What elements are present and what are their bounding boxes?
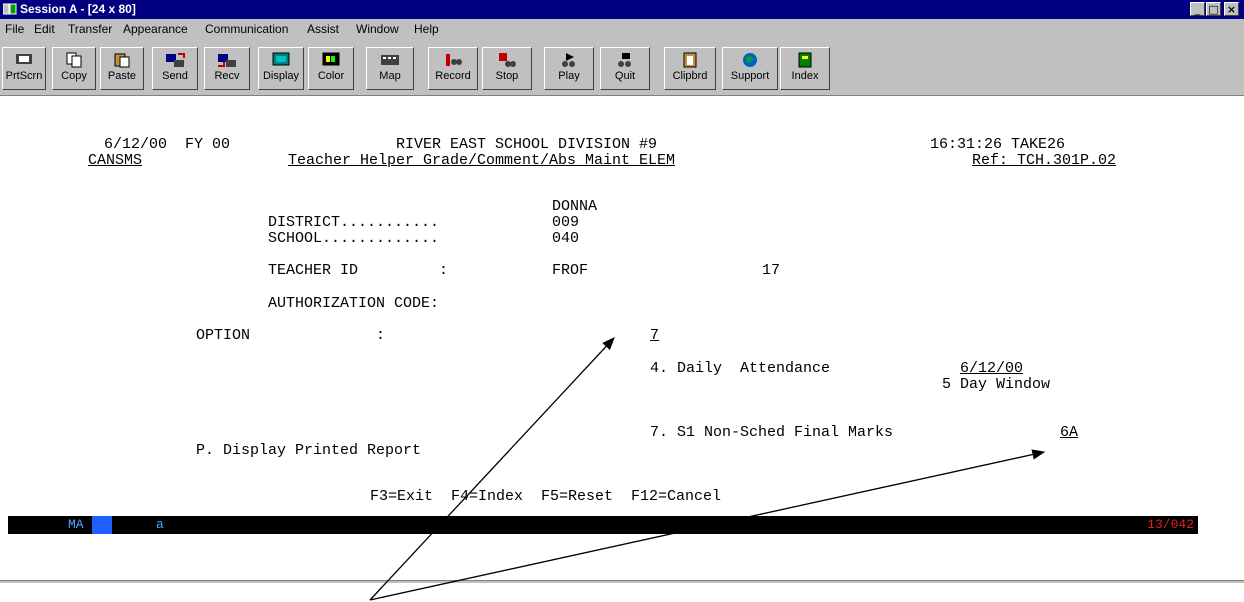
arrow-to-option-field [369, 337, 615, 601]
arrow-to-final-marks [369, 449, 1046, 601]
annotation-arrows [369, 337, 1046, 601]
